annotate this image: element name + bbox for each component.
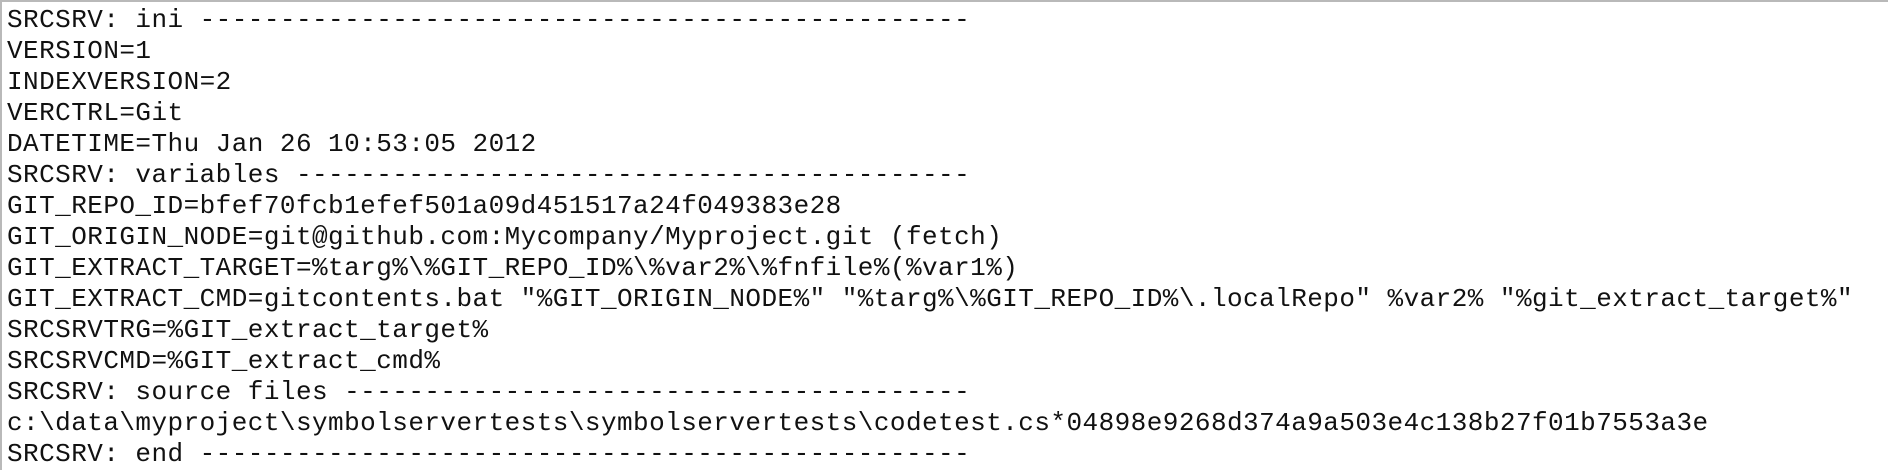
text-line-git-repo-id: GIT_REPO_ID=bfef70fcb1efef501a09d451517a… [7,191,842,221]
text-line-git-extract-target: GIT_EXTRACT_TARGET=%targ%\%GIT_REPO_ID%\… [7,253,1019,283]
text-line-git-extract-cmd: GIT_EXTRACT_CMD=gitcontents.bat "%GIT_OR… [7,284,1854,314]
text-line-srcsrvtrg: SRCSRVTRG=%GIT_extract_target% [7,315,489,345]
text-line-verctrl: VERCTRL=Git [7,98,184,128]
text-line-version: VERSION=1 [7,36,152,66]
text-line-srcsrv-source-files: SRCSRV: source files -------------------… [7,377,971,407]
text-line-source-file-entry: c:\data\myproject\symbolservertests\symb… [7,408,1709,438]
text-line-datetime: DATETIME=Thu Jan 26 10:53:05 2012 [7,129,537,159]
text-line-srcsrv-end: SRCSRV: end ----------------------------… [7,439,971,469]
text-line-srcsrv-ini: SRCSRV: ini ----------------------------… [7,5,971,35]
text-line-srcsrv-variables: SRCSRV: variables ----------------------… [7,160,971,190]
text-line-indexversion: INDEXVERSION=2 [7,67,232,97]
text-viewer[interactable]: SRCSRV: ini ----------------------------… [0,0,1888,470]
text-content: SRCSRV: ini ----------------------------… [7,5,1888,470]
text-line-srcsrvcmd: SRCSRVCMD=%GIT_extract_cmd% [7,346,441,376]
text-line-git-origin-node: GIT_ORIGIN_NODE=git@github.com:Mycompany… [7,222,1003,252]
